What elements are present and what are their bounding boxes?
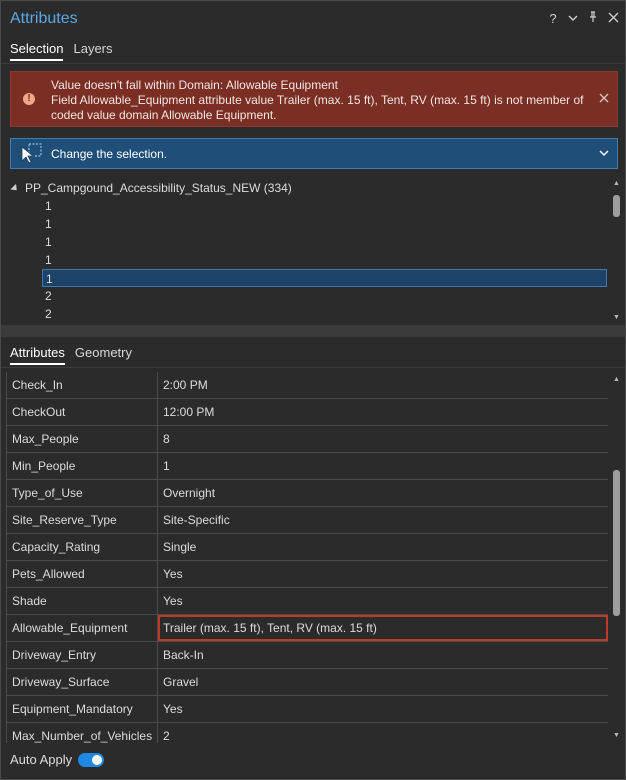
field-name: Shade (7, 588, 158, 614)
change-selection-label: Change the selection. (51, 147, 168, 161)
tree-row[interactable]: 1 (42, 251, 607, 269)
scroll-down-icon[interactable]: ▼ (613, 314, 620, 321)
error-line-2: Field Allowable_Equipment attribute valu… (51, 93, 584, 107)
table-row: Shade Yes (7, 588, 608, 615)
tree-row[interactable]: 1 (42, 233, 607, 251)
table-row: Pets_Allowed Yes (7, 561, 608, 588)
auto-apply-toggle[interactable] (78, 752, 105, 767)
table-row: Min_People 1 (7, 453, 608, 480)
attribute-scrollbar[interactable]: ▲ ▼ (612, 374, 621, 742)
field-value[interactable]: Yes (158, 696, 608, 722)
error-banner: ! Value doesn't fall within Domain: Allo… (10, 71, 618, 127)
field-name: Driveway_Entry (7, 642, 158, 668)
field-name: Max_Number_of_Vehicles (7, 723, 158, 743)
tree-row[interactable]: 1 (42, 215, 607, 233)
field-value[interactable]: Yes (158, 561, 608, 587)
field-value-invalid[interactable]: Trailer (max. 15 ft), Tent, RV (max. 15 … (158, 615, 608, 641)
field-name: Min_People (7, 453, 158, 479)
tree-row[interactable]: 1 (42, 197, 607, 215)
toggle-knob (92, 754, 103, 765)
error-line-1: Value doesn't fall within Domain: Allowa… (51, 78, 338, 92)
field-value[interactable]: 1 (158, 453, 608, 479)
menu-chevron-icon[interactable] (567, 12, 579, 26)
tree-scrollbar[interactable]: ▲ ▼ (612, 179, 621, 323)
select-cursor-icon (21, 143, 42, 164)
tree-layer-node[interactable]: PP_Campgound_Accessibility_Status_NEW (3… (10, 181, 292, 195)
table-row: Max_People 8 (7, 426, 608, 453)
field-name: Capacity_Rating (7, 534, 158, 560)
scroll-down-icon[interactable]: ▼ (613, 732, 620, 739)
field-name: Site_Reserve_Type (7, 507, 158, 533)
pane-title: Attributes (10, 10, 78, 27)
tab-geometry[interactable]: Geometry (75, 345, 132, 365)
field-name: Pets_Allowed (7, 561, 158, 587)
table-row-error: Allowable_Equipment Trailer (max. 15 ft),… (7, 615, 608, 642)
table-row: Capacity_Rating Single (7, 534, 608, 561)
tree-row[interactable]: 2 (42, 287, 607, 305)
field-name: CheckOut (7, 399, 158, 425)
tab-attributes[interactable]: Attributes (10, 345, 65, 365)
field-value[interactable]: Back-In (158, 642, 608, 668)
tree-row-selected[interactable]: 1 (42, 269, 607, 287)
selection-tree: PP_Campgound_Accessibility_Status_NEW (3… (1, 177, 625, 325)
scroll-up-icon[interactable]: ▲ (613, 376, 620, 383)
attribute-table: Check_In 2:00 PM CheckOut 12:00 PM Max_Peo… (6, 372, 608, 743)
title-bar: Attributes ? (1, 1, 625, 37)
field-value[interactable]: 2 (158, 723, 608, 743)
error-icon: ! (23, 93, 35, 105)
tab-selection[interactable]: Selection (10, 41, 64, 61)
pin-icon[interactable] (587, 11, 599, 26)
field-value[interactable]: 12:00 PM (158, 399, 608, 425)
close-icon[interactable] (607, 12, 619, 26)
table-row: Driveway_Entry Back-In (7, 642, 608, 669)
chevron-down-icon (599, 150, 609, 157)
attr-tab-divider (1, 367, 625, 368)
field-name: Equipment_Mandatory (7, 696, 158, 722)
dismiss-error-icon[interactable] (597, 90, 611, 107)
table-row: CheckOut 12:00 PM (7, 399, 608, 426)
field-value[interactable]: Site-Specific (158, 507, 608, 533)
field-value[interactable]: Gravel (158, 669, 608, 695)
table-row: Site_Reserve_Type Site-Specific (7, 507, 608, 534)
tab-divider (1, 63, 625, 64)
table-row: Max_Number_of_Vehicles 2 (7, 723, 608, 743)
tree-row[interactable]: 2 (42, 305, 607, 323)
title-bar-icons: ? (547, 11, 619, 26)
field-value[interactable]: 2:00 PM (158, 372, 608, 398)
pane-splitter[interactable] (1, 325, 625, 337)
field-name: Check_In (7, 372, 158, 398)
table-row: Driveway_Surface Gravel (7, 669, 608, 696)
table-row: Check_In 2:00 PM (7, 372, 608, 399)
table-row: Equipment_Mandatory Yes (7, 696, 608, 723)
field-name: Allowable_Equipment (7, 615, 158, 641)
tab-layers[interactable]: Layers (73, 41, 112, 61)
field-name: Type_of_Use (7, 480, 158, 506)
attributes-pane: Attributes ? Selection Layers ! Value do… (0, 0, 626, 780)
change-selection-dropdown[interactable]: Change the selection. (10, 138, 618, 169)
scroll-up-icon[interactable]: ▲ (613, 180, 620, 187)
expand-triangle-icon[interactable] (10, 183, 20, 193)
attribute-scroll-thumb[interactable] (613, 470, 620, 616)
field-value[interactable]: Single (158, 534, 608, 560)
tree-layer-label: PP_Campgound_Accessibility_Status_NEW (3… (25, 181, 292, 195)
top-tabs: Selection Layers (10, 41, 113, 61)
table-row: Type_of_Use Overnight (7, 480, 608, 507)
field-value[interactable]: Overnight (158, 480, 608, 506)
tree-scroll-thumb[interactable] (613, 195, 620, 217)
field-name: Driveway_Surface (7, 669, 158, 695)
auto-apply-label: Auto Apply (10, 752, 73, 767)
error-line-3: coded value domain Allowable Equipment. (51, 108, 277, 122)
tree-rows: 1 1 1 1 1 2 2 (42, 197, 607, 323)
footer: Auto Apply (10, 752, 105, 767)
field-name: Max_People (7, 426, 158, 452)
field-value[interactable]: 8 (158, 426, 608, 452)
attribute-tabs: Attributes Geometry (10, 345, 132, 365)
error-message: Value doesn't fall within Domain: Allowa… (51, 78, 591, 123)
field-value[interactable]: Yes (158, 588, 608, 614)
help-icon[interactable]: ? (547, 11, 559, 26)
